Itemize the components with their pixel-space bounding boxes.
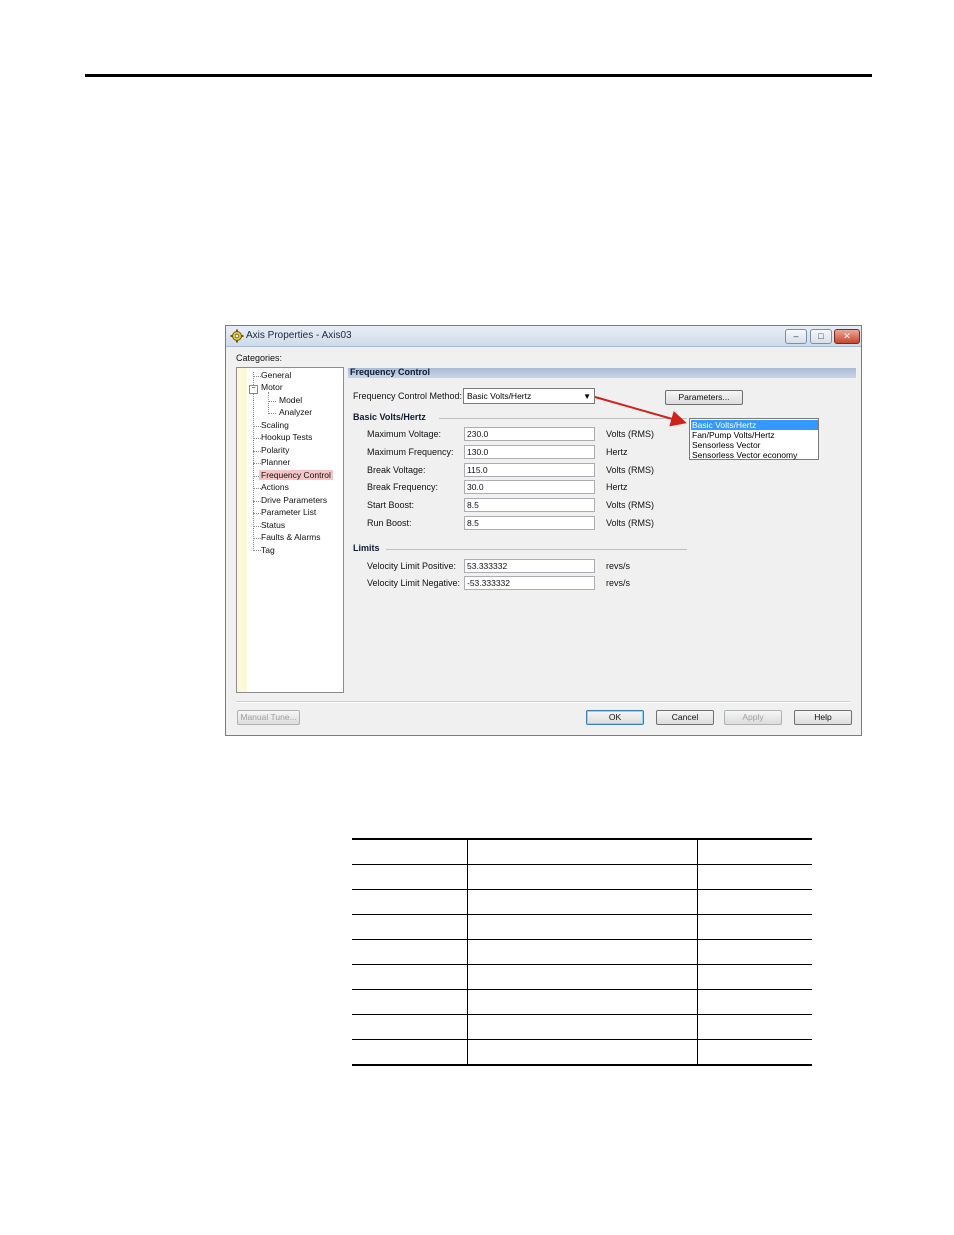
empty-table xyxy=(352,838,812,1066)
method-label: Frequency Control Method: xyxy=(353,391,463,401)
table-row xyxy=(352,864,812,890)
tree-connector xyxy=(253,488,261,489)
break-voltage-input[interactable]: 115.0 xyxy=(464,463,595,477)
tree-connector xyxy=(253,376,261,377)
tree-item-faults-alarms[interactable]: Faults & Alarms xyxy=(261,532,321,542)
tree-connector xyxy=(253,426,261,427)
velocity-limit-negative-label: Velocity Limit Negative: xyxy=(367,578,461,588)
close-button[interactable]: ✕ xyxy=(834,329,860,344)
break-frequency-input[interactable]: 30.0 xyxy=(464,480,595,494)
footer-separator xyxy=(236,701,850,703)
tree-item-planner[interactable]: Planner xyxy=(261,457,290,467)
start-boost-input[interactable]: 8.5 xyxy=(464,498,595,512)
max-voltage-input[interactable]: 230.0 xyxy=(464,427,595,441)
tree-item-scaling[interactable]: Scaling xyxy=(261,420,289,430)
cancel-button[interactable]: Cancel xyxy=(656,710,714,725)
categories-label: Categories: xyxy=(236,353,283,363)
frequency-control-method-select[interactable]: Basic Volts/Hertz ▼ xyxy=(463,388,595,404)
max-frequency-input[interactable]: 130.0 xyxy=(464,445,595,459)
maximize-button[interactable]: □ xyxy=(810,329,832,344)
break-frequency-label: Break Frequency: xyxy=(367,482,439,492)
group-divider xyxy=(386,549,687,550)
table-row xyxy=(352,964,812,990)
tree-item-polarity[interactable]: Polarity xyxy=(261,445,289,455)
tree-connector xyxy=(253,501,261,502)
break-frequency-unit: Hertz xyxy=(606,482,628,492)
max-voltage-label: Maximum Voltage: xyxy=(367,429,442,439)
table-row xyxy=(352,1014,812,1040)
option-fan-pump-volts-hertz[interactable]: Fan/Pump Volts/Hertz xyxy=(691,430,818,440)
tree-item-actions[interactable]: Actions xyxy=(261,482,289,492)
tree-connector xyxy=(253,526,261,527)
method-options-list[interactable]: Basic Volts/Hertz Fan/Pump Volts/Hertz S… xyxy=(689,418,819,460)
tree-connector xyxy=(253,538,261,539)
tree-connector xyxy=(253,451,261,452)
tree-item-frequency-control[interactable]: Frequency Control xyxy=(259,470,333,480)
dialog-title: Axis Properties - Axis03 xyxy=(246,330,352,341)
title-bar[interactable]: Axis Properties - Axis03 – □ ✕ xyxy=(226,326,861,347)
velocity-limit-negative-input[interactable]: -53.333332 xyxy=(464,576,595,590)
tree-connector xyxy=(268,401,276,402)
ok-button[interactable]: OK xyxy=(586,710,644,725)
help-button[interactable]: Help xyxy=(794,710,852,725)
method-value: Basic Volts/Hertz xyxy=(467,391,532,401)
tree-item-analyzer[interactable]: Analyzer xyxy=(279,407,312,417)
velocity-limit-positive-input[interactable]: 53.333332 xyxy=(464,559,595,573)
option-sensorless-vector[interactable]: Sensorless Vector xyxy=(691,440,818,450)
tree-item-model[interactable]: Model xyxy=(279,395,302,405)
tree-item-general[interactable]: General xyxy=(261,370,291,380)
tree-connector xyxy=(253,463,261,464)
run-boost-unit: Volts (RMS) xyxy=(606,518,655,528)
break-voltage-label: Break Voltage: xyxy=(367,465,426,475)
option-sensorless-vector-economy[interactable]: Sensorless Vector economy xyxy=(691,450,818,460)
tree-item-drive-parameters[interactable]: Drive Parameters xyxy=(261,495,327,505)
max-frequency-label: Maximum Frequency: xyxy=(367,447,454,457)
tree-connector xyxy=(268,392,269,412)
break-voltage-unit: Volts (RMS) xyxy=(606,465,655,475)
tree-connector xyxy=(253,550,261,551)
dropdown-arrow-icon[interactable]: ▼ xyxy=(583,390,591,404)
tree-connector xyxy=(253,438,261,439)
page-top-rule xyxy=(85,74,872,77)
tree-connector xyxy=(253,372,254,549)
run-boost-input[interactable]: 8.5 xyxy=(464,516,595,530)
basic-group-title: Basic Volts/Hertz xyxy=(353,412,426,422)
minimize-button[interactable]: – xyxy=(785,329,807,344)
tree-item-status[interactable]: Status xyxy=(261,520,285,530)
tree-margin xyxy=(237,368,247,692)
option-basic-volts-hertz[interactable]: Basic Volts/Hertz xyxy=(691,420,818,430)
tree-item-hookup-tests[interactable]: Hookup Tests xyxy=(261,432,312,442)
tree-item-tag[interactable]: Tag xyxy=(261,545,275,555)
axis-properties-dialog: Axis Properties - Axis03 – □ ✕ Categorie… xyxy=(225,325,862,736)
categories-tree[interactable]: − General Motor Model Analyzer Scaling H… xyxy=(236,367,344,693)
tree-item-motor[interactable]: Motor xyxy=(261,382,283,392)
section-header: Frequency Control xyxy=(348,367,856,378)
limits-group-title: Limits xyxy=(353,543,380,553)
table-row xyxy=(352,989,812,1015)
tree-item-parameter-list[interactable]: Parameter List xyxy=(261,507,316,517)
velocity-limit-negative-unit: revs/s xyxy=(606,578,631,588)
start-boost-unit: Volts (RMS) xyxy=(606,500,655,510)
callout-arrow-icon xyxy=(594,396,687,427)
table-row xyxy=(352,838,812,865)
max-frequency-unit: Hertz xyxy=(606,447,628,457)
collapse-motor-icon[interactable]: − xyxy=(249,385,258,394)
table-row xyxy=(352,914,812,940)
axis-properties-icon xyxy=(230,329,244,343)
table-row xyxy=(352,889,812,915)
apply-button[interactable]: Apply xyxy=(724,710,782,725)
tree-connector xyxy=(253,513,261,514)
start-boost-label: Start Boost: xyxy=(367,500,415,510)
velocity-limit-positive-label: Velocity Limit Positive: xyxy=(367,561,457,571)
table-row xyxy=(352,1039,812,1066)
section-title: Frequency Control xyxy=(350,367,431,377)
velocity-limit-positive-unit: revs/s xyxy=(606,561,631,571)
tree-connector xyxy=(268,413,276,414)
manual-tune-button[interactable]: Manual Tune... xyxy=(237,710,300,725)
run-boost-label: Run Boost: xyxy=(367,518,412,528)
table-row xyxy=(352,939,812,965)
